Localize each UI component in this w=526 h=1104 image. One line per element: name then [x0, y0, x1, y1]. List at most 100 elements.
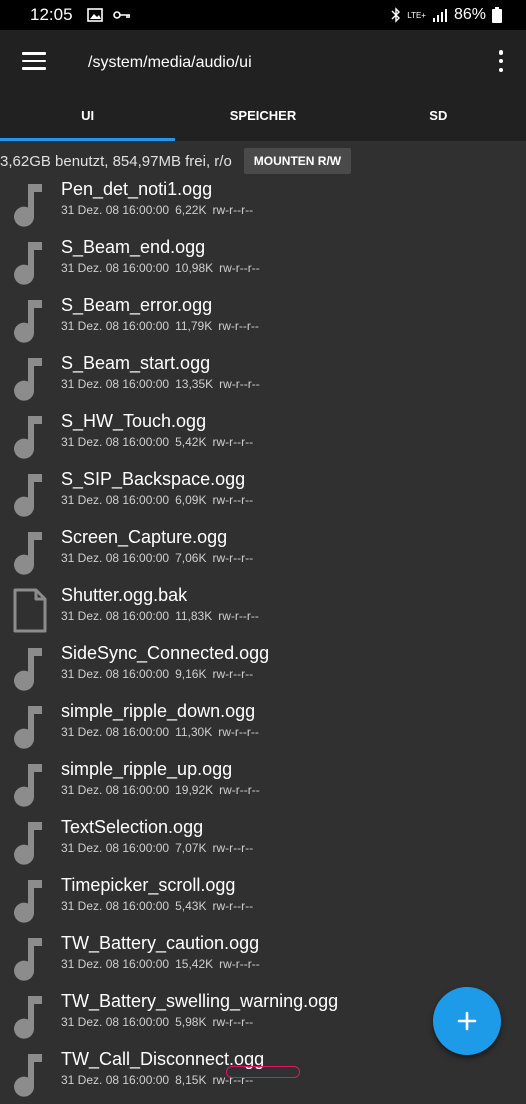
- hamburger-menu-icon[interactable]: [22, 52, 46, 70]
- file-row[interactable]: Timepicker_scroll.ogg 31 Dez. 08 16:00:00…: [0, 872, 526, 930]
- file-icon: [12, 586, 48, 634]
- music-note-icon: [12, 1050, 48, 1098]
- file-size: 15,42K: [175, 957, 214, 971]
- file-row[interactable]: Shutter.ogg.bak 31 Dez. 08 16:00:00 11,83K…: [0, 582, 526, 640]
- file-meta: 31 Dez. 08 16:00:00 11,30K rw-r--r--: [61, 725, 265, 739]
- file-list: Pen_det_noti1.ogg 31 Dez. 08 16:00:00 6,22…: [0, 176, 526, 1104]
- music-note-icon: [12, 702, 48, 750]
- file-date: 31 Dez. 08 16:00:00: [61, 319, 170, 333]
- file-date: 31 Dez. 08 16:00:00: [61, 899, 170, 913]
- file-meta: 31 Dez. 08 16:00:00 11,83K rw-r--r--: [61, 609, 265, 623]
- file-date: 31 Dez. 08 16:00:00: [61, 957, 170, 971]
- file-name: TextSelection.ogg: [61, 817, 204, 837]
- tab-speicher[interactable]: SPEICHER: [175, 90, 350, 141]
- music-note-icon: [12, 528, 48, 576]
- file-row[interactable]: S_Beam_error.ogg 31 Dez. 08 16:00:00 11,79…: [0, 292, 526, 350]
- file-date: 31 Dez. 08 16:00:00: [61, 435, 170, 449]
- file-size: 7,07K: [175, 841, 207, 855]
- file-perms: rw-r--r--: [212, 435, 254, 449]
- file-row[interactable]: S_Beam_end.ogg 31 Dez. 08 16:00:00 10,98K r…: [0, 234, 526, 292]
- file-name: Screen_Capture.ogg: [61, 527, 228, 547]
- file-size: 13,35K: [175, 377, 214, 391]
- tab-sd[interactable]: SD: [351, 90, 526, 141]
- file-row[interactable]: S_Beam_start.ogg 31 Dez. 08 16:00:00 13,35…: [0, 350, 526, 408]
- file-size: 8,15K: [175, 1073, 207, 1087]
- file-row[interactable]: SideSync_Connected.ogg 31 Dez. 08 16:00:0…: [0, 640, 526, 698]
- file-date: 31 Dez. 08 16:00:00: [61, 203, 170, 217]
- file-meta: 31 Dez. 08 16:00:00 5,98K rw-r--r--: [61, 1015, 259, 1029]
- file-name: S_HW_Touch.ogg: [61, 411, 207, 431]
- status-bar: 12:05 LTE+ 86%: [0, 0, 526, 30]
- file-size: 5,98K: [175, 1015, 207, 1029]
- file-row[interactable]: simple_ripple_up.ogg 31 Dez. 08 16:00:00 1…: [0, 756, 526, 814]
- file-row[interactable]: S_SIP_Backspace.ogg 31 Dez. 08 16:00:00 6,…: [0, 466, 526, 524]
- status-notification-icons: [86, 8, 131, 22]
- file-perms: rw-r--r--: [212, 667, 254, 681]
- add-button[interactable]: [433, 987, 501, 1055]
- music-note-icon: [12, 238, 48, 286]
- mount-rw-button[interactable]: MOUNTEN R/W: [243, 148, 352, 174]
- file-perms: rw-r--r--: [212, 203, 254, 217]
- music-note-icon: [12, 296, 48, 344]
- file-row[interactable]: Screen_Capture.ogg 31 Dez. 08 16:00:00 7,0…: [0, 524, 526, 582]
- music-note-icon: [12, 760, 48, 808]
- music-note-icon: [12, 180, 48, 228]
- current-path: /system/media/audio/ui: [88, 54, 252, 71]
- file-meta: 31 Dez. 08 16:00:00 15,42K rw-r--r--: [61, 957, 266, 971]
- file-size: 6,22K: [175, 203, 207, 217]
- file-meta: 31 Dez. 08 16:00:00 6,22K rw-r--r--: [61, 203, 259, 217]
- file-date: 31 Dez. 08 16:00:00: [61, 1015, 170, 1029]
- music-note-icon: [12, 470, 48, 518]
- file-perms: rw-r--r--: [218, 319, 259, 333]
- music-note-icon: [12, 354, 48, 402]
- file-perms: rw-r--r--: [219, 783, 260, 797]
- file-meta: 31 Dez. 08 16:00:00 7,06K rw-r--r--: [61, 551, 259, 565]
- file-size: 11,79K: [175, 319, 213, 333]
- file-date: 31 Dez. 08 16:00:00: [61, 261, 170, 275]
- music-note-icon: [12, 818, 48, 866]
- music-note-icon: [12, 934, 48, 982]
- more-vert-icon[interactable]: [498, 50, 504, 72]
- file-name: SideSync_Connected.ogg: [61, 643, 270, 663]
- file-row[interactable]: TextSelection.ogg 31 Dez. 08 16:00:00 7,07…: [0, 814, 526, 872]
- file-name: simple_ripple_down.ogg: [61, 701, 256, 721]
- file-date: 31 Dez. 08 16:00:00: [61, 1073, 170, 1087]
- file-meta: 31 Dez. 08 16:00:00 9,16K rw-r--r--: [61, 667, 259, 681]
- file-name: S_Beam_start.ogg: [61, 353, 211, 373]
- file-perms: rw-r--r--: [212, 493, 254, 507]
- music-note-icon: [12, 644, 48, 692]
- file-meta: 31 Dez. 08 16:00:00 13,35K rw-r--r--: [61, 377, 266, 391]
- plus-icon: [457, 1011, 477, 1031]
- battery-percent: 86%: [453, 6, 486, 23]
- file-date: 31 Dez. 08 16:00:00: [61, 841, 170, 855]
- status-time: 12:05: [30, 5, 73, 24]
- file-perms: rw-r--r--: [212, 551, 254, 565]
- file-size: 5,42K: [175, 435, 207, 449]
- file-name: Shutter.ogg.bak: [61, 585, 188, 605]
- music-note-icon: [12, 412, 48, 460]
- file-meta: 31 Dez. 08 16:00:00 7,07K rw-r--r--: [61, 841, 259, 855]
- file-row[interactable]: TW_Battery_caution.ogg 31 Dez. 08 16:00:0…: [0, 930, 526, 988]
- file-size: 9,16K: [175, 667, 207, 681]
- file-perms: rw-r--r--: [219, 377, 260, 391]
- file-row[interactable]: simple_ripple_down.ogg 31 Dez. 08 16:00:0…: [0, 698, 526, 756]
- bluetooth-icon: [391, 7, 401, 23]
- file-date: 31 Dez. 08 16:00:00: [61, 667, 170, 681]
- file-meta: 31 Dez. 08 16:00:00 5,42K rw-r--r--: [61, 435, 259, 449]
- file-perms: rw-r--r--: [212, 1015, 254, 1029]
- file-perms: rw-r--r--: [219, 261, 260, 275]
- file-date: 31 Dez. 08 16:00:00: [61, 551, 170, 565]
- file-meta: 31 Dez. 08 16:00:00 11,79K rw-r--r--: [61, 319, 265, 333]
- file-size: 19,92K: [175, 783, 214, 797]
- file-name: TW_Battery_caution.ogg: [61, 933, 260, 953]
- file-name: S_SIP_Backspace.ogg: [61, 469, 246, 489]
- file-row[interactable]: S_HW_Touch.ogg 31 Dez. 08 16:00:00 5,42K rw…: [0, 408, 526, 466]
- file-name: S_Beam_end.ogg: [61, 237, 206, 257]
- tab-ui[interactable]: UI: [0, 90, 176, 141]
- file-perms: rw-r--r--: [219, 957, 260, 971]
- battery-icon: [492, 7, 502, 23]
- nav-gesture-pill: [226, 1066, 300, 1078]
- file-row[interactable]: Pen_det_noti1.ogg 31 Dez. 08 16:00:00 6,22…: [0, 176, 526, 234]
- file-size: 6,09K: [175, 493, 207, 507]
- file-size: 5,43K: [175, 899, 207, 913]
